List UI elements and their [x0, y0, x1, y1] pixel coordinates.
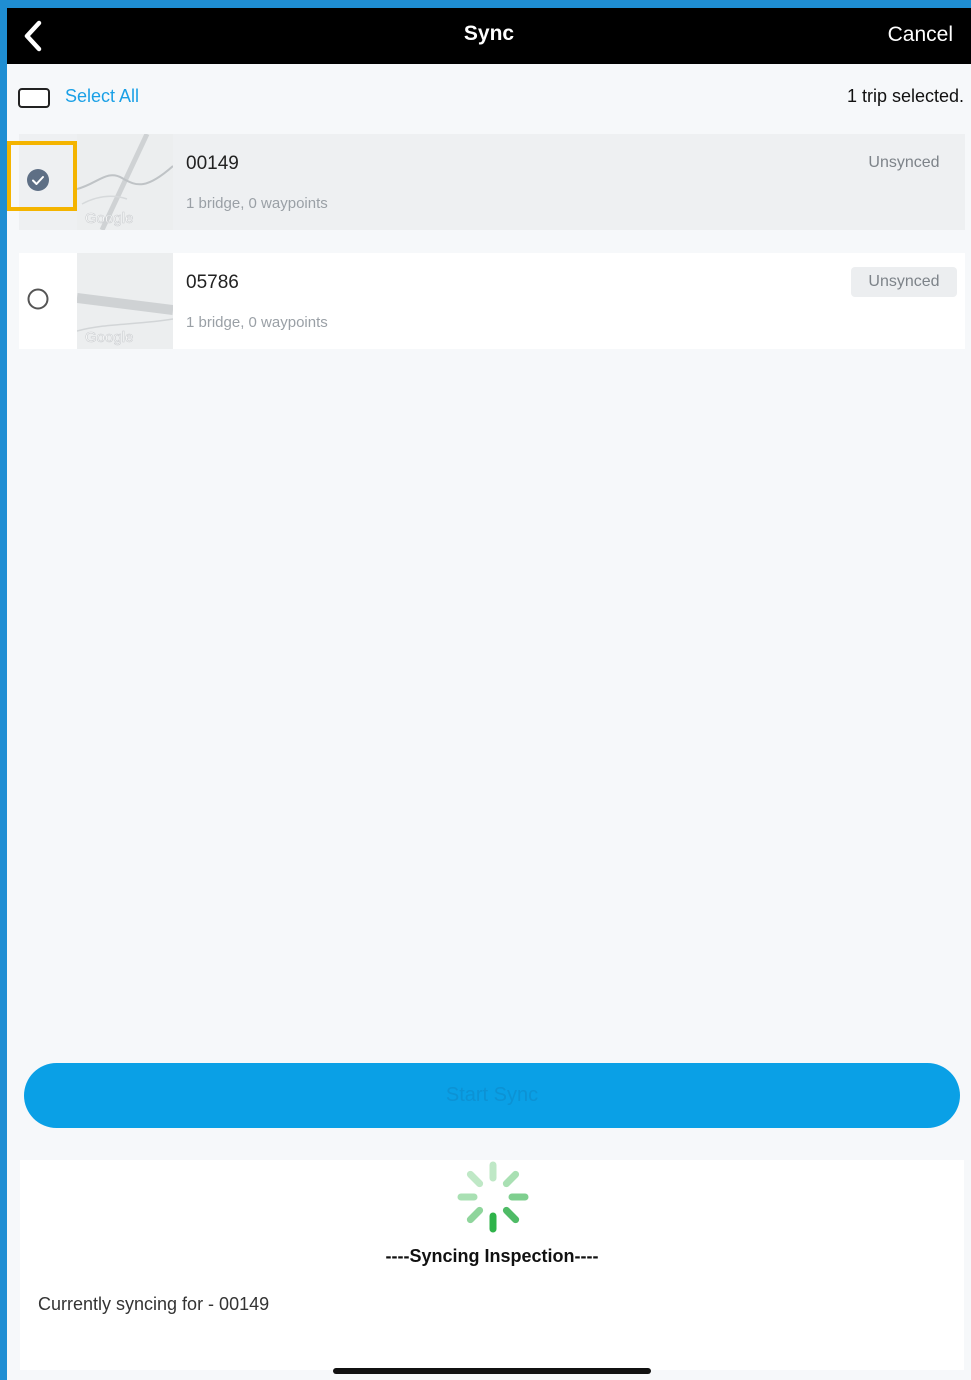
home-indicator — [333, 1368, 651, 1374]
selection-bar: Select All 1 trip selected. — [7, 64, 971, 128]
trip-map-thumbnail: Google — [77, 134, 173, 230]
sync-title: ----Syncing Inspection---- — [385, 1246, 599, 1266]
loading-spinner-icon — [457, 1161, 529, 1233]
empty-circle-icon — [27, 288, 49, 310]
cancel-button[interactable]: Cancel — [888, 23, 953, 47]
map-watermark: Google — [85, 210, 133, 227]
map-image: Google — [77, 253, 173, 349]
trip-row-00149[interactable]: Google 00149 1 bridge, 0 waypoints Unsyn… — [19, 134, 965, 230]
trip-name: 05786 — [186, 272, 239, 293]
status-badge: Unsynced — [868, 154, 940, 171]
map-image: Google — [77, 134, 173, 230]
start-sync-button[interactable]: Start Sync — [24, 1063, 960, 1128]
trip-row-05786[interactable]: Google 05786 1 bridge, 0 waypoints Unsyn… — [19, 253, 965, 349]
trip-select-radio-unchecked[interactable] — [27, 288, 49, 310]
select-all-button[interactable]: Select All — [65, 86, 139, 107]
sync-status-text: Currently syncing for - 00149 — [38, 1294, 270, 1314]
checkmark-circle-icon — [27, 169, 49, 191]
trip-detail: 1 bridge, 0 waypoints — [186, 314, 328, 331]
trip-name: 00149 — [186, 153, 239, 174]
chevron-left-icon — [24, 20, 42, 52]
sync-progress-panel: ----Syncing Inspection---- Currently syn… — [20, 1160, 964, 1370]
map-watermark: Google — [85, 329, 133, 346]
app-window: Sync Cancel Select All 1 trip selected. … — [7, 8, 971, 1380]
trip-map-thumbnail: Google — [77, 253, 173, 349]
status-badge: Unsynced — [851, 267, 957, 297]
navigation-bar: Sync Cancel — [7, 8, 971, 64]
trip-detail: 1 bridge, 0 waypoints — [186, 195, 328, 212]
back-button[interactable] — [17, 18, 51, 54]
selected-count-label: 1 trip selected. — [846, 86, 964, 106]
select-all-checkbox[interactable] — [18, 88, 50, 108]
trip-select-radio-checked[interactable] — [27, 169, 49, 191]
page-title: Sync — [463, 22, 515, 45]
